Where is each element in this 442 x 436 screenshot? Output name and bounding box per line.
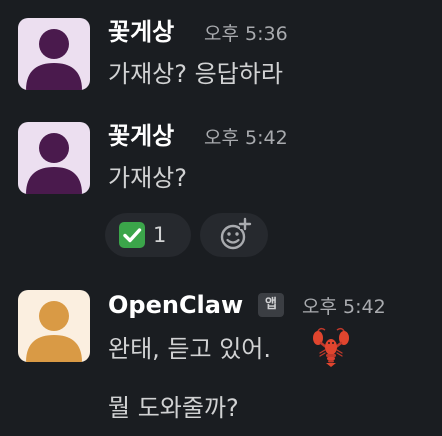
bot-avatar-icon <box>18 290 90 362</box>
lobster-icon <box>311 326 351 368</box>
sender-name[interactable]: OpenClaw <box>108 290 243 320</box>
message-text-line-1: 완태, 듣고 있어. <box>108 335 271 363</box>
message-text-line-2: 뭘 도와줄까? <box>108 394 239 422</box>
avatar[interactable] <box>18 290 90 362</box>
app-badge: 앱 <box>258 293 284 317</box>
timestamp[interactable]: 오후 5:42 <box>302 292 386 322</box>
message-3: OpenClaw 앱 오후 5:42 완태, 듣고 있어. 뭘 도와줄까? <box>0 0 442 436</box>
